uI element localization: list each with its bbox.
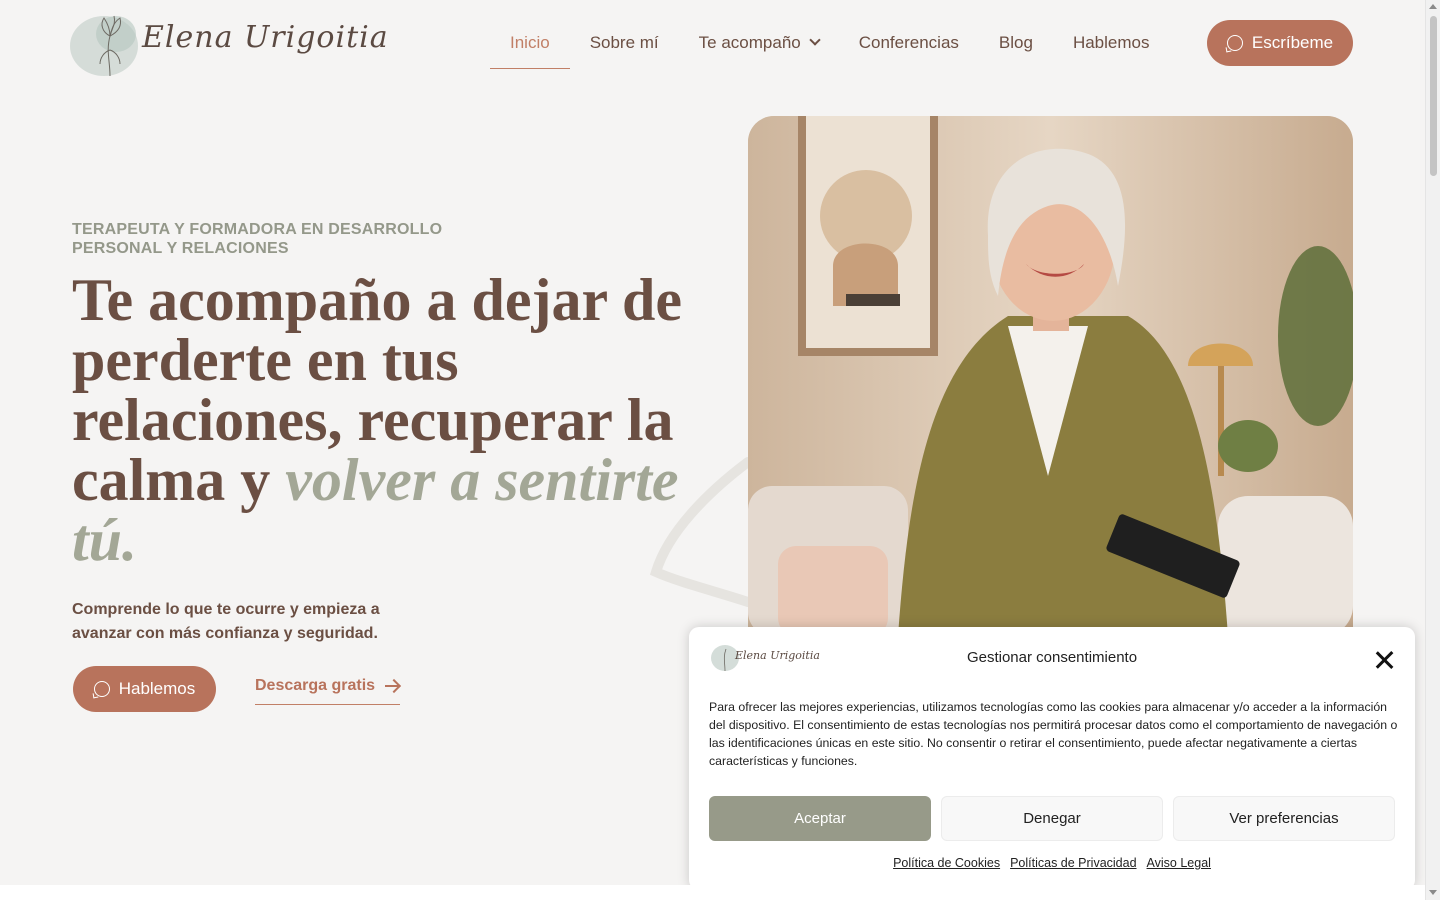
modal-body-text: Para ofrecer las mejores experiencias, u… [709, 700, 1398, 768]
site-header: Elena Urigoitia Inicio Sobre mí Te acomp… [0, 0, 1425, 86]
page-scrollbar[interactable] [1425, 0, 1440, 900]
nav-item-te-acompano-label: Te acompaño [698, 33, 801, 52]
arrow-right-icon [385, 680, 400, 692]
descarga-gratis-link[interactable]: Descarga gratis [255, 672, 401, 705]
next-section-edge [0, 885, 1425, 900]
hero-photo [748, 116, 1353, 636]
legal-notice-link[interactable]: Aviso Legal [1147, 856, 1211, 870]
cookie-consent-modal: Elena Urigoitia Gestionar consentimiento… [689, 627, 1415, 890]
modal-legal-links: Política de Cookies Políticas de Privaci… [689, 856, 1415, 870]
escribeme-label: Escríbeme [1251, 33, 1334, 52]
main-nav: Inicio Sobre mí Te acompaño Conferencias… [490, 0, 1170, 86]
scrollbar-thumb[interactable] [1430, 16, 1437, 176]
descarga-gratis-label: Descarga gratis [255, 677, 376, 694]
privacy-policy-link[interactable]: Políticas de Privacidad [1010, 856, 1136, 870]
hablemos-button[interactable]: Hablemos [73, 666, 216, 712]
cookie-policy-link[interactable]: Política de Cookies [893, 856, 1000, 870]
decorative-leaf-icon [649, 457, 753, 607]
hero-headline: Te acompaño a dejar de perderte en tus r… [72, 270, 702, 570]
hablemos-label: Hablemos [118, 679, 196, 698]
nav-item-blog[interactable]: Blog [979, 21, 1053, 65]
whatsapp-icon [1226, 35, 1243, 51]
hero-subtitle: Comprende lo que te ocurre y empieza a a… [72, 601, 380, 642]
accept-button[interactable]: Aceptar [709, 796, 931, 841]
nav-item-inicio[interactable]: Inicio [490, 21, 570, 69]
logo-wordmark: Elena Urigoitia [142, 20, 389, 55]
site-logo[interactable]: Elena Urigoitia [66, 6, 388, 82]
hero-eyebrow: TERAPEUTA Y FORMADORA EN DESARROLLO PERS… [72, 221, 443, 257]
whatsapp-icon [93, 681, 110, 697]
chevron-down-icon [809, 34, 821, 46]
portrait-illustration [748, 116, 1353, 636]
scroll-down-arrow-icon[interactable] [1429, 890, 1437, 895]
nav-item-hablemos[interactable]: Hablemos [1053, 21, 1170, 65]
deny-button[interactable]: Denegar [941, 796, 1163, 841]
scroll-up-arrow-icon[interactable] [1429, 4, 1437, 9]
escribeme-button[interactable]: Escríbeme [1207, 20, 1353, 66]
nav-item-te-acompano[interactable]: Te acompaño [679, 21, 839, 65]
preferences-button[interactable]: Ver preferencias [1173, 796, 1395, 841]
nav-item-sobre-mi[interactable]: Sobre mí [570, 21, 679, 65]
nav-item-conferencias[interactable]: Conferencias [839, 21, 979, 65]
close-icon[interactable] [1376, 651, 1394, 669]
modal-title: Gestionar consentimiento [966, 649, 1138, 666]
